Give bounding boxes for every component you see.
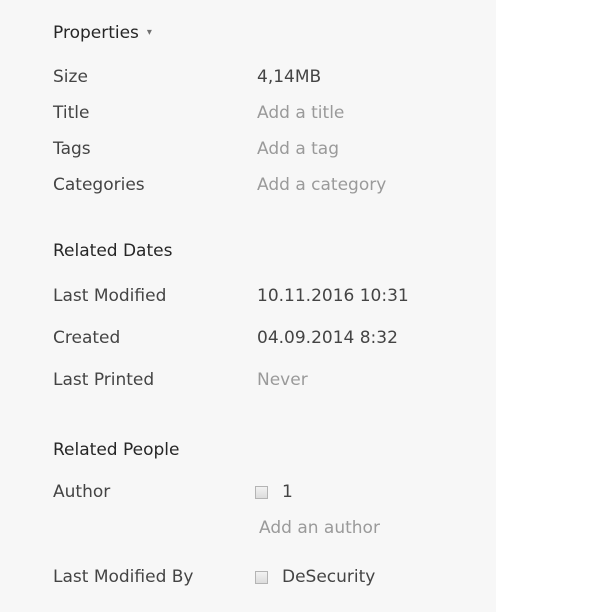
properties-pane: Properties ▾ Size 4,14MB Title Add a titl… <box>0 0 496 612</box>
tags-input[interactable]: Add a tag <box>257 139 339 159</box>
last-modified-label: Last Modified <box>53 286 167 306</box>
title-label: Title <box>53 103 90 123</box>
related-dates-title: Related Dates <box>53 241 173 261</box>
last-printed-label: Last Printed <box>53 370 155 390</box>
categories-input[interactable]: Add a category <box>257 175 386 195</box>
categories-label: Categories <box>53 175 145 195</box>
last-modified-by-name[interactable]: DeSecurity <box>282 567 375 587</box>
add-author-input[interactable]: Add an author <box>259 518 380 538</box>
properties-header[interactable]: Properties ▾ <box>53 23 152 43</box>
related-people-title: Related People <box>53 440 180 460</box>
properties-title: Properties <box>53 23 139 43</box>
size-label: Size <box>53 67 88 87</box>
last-modified-value: 10.11.2016 10:31 <box>257 286 409 306</box>
last-modified-by-person[interactable]: DeSecurity <box>255 567 375 587</box>
tags-label: Tags <box>53 139 91 159</box>
author-name[interactable]: 1 <box>282 482 293 502</box>
last-printed-value: Never <box>257 370 308 390</box>
created-label: Created <box>53 328 121 348</box>
person-icon <box>255 570 268 584</box>
author-person[interactable]: 1 <box>255 482 293 502</box>
created-value: 04.09.2014 8:32 <box>257 328 398 348</box>
title-input[interactable]: Add a title <box>257 103 344 123</box>
author-label: Author <box>53 482 111 502</box>
person-icon <box>255 485 268 499</box>
last-modified-by-label: Last Modified By <box>53 567 194 587</box>
size-value: 4,14MB <box>257 67 322 87</box>
dropdown-arrow-icon[interactable]: ▾ <box>147 27 152 38</box>
